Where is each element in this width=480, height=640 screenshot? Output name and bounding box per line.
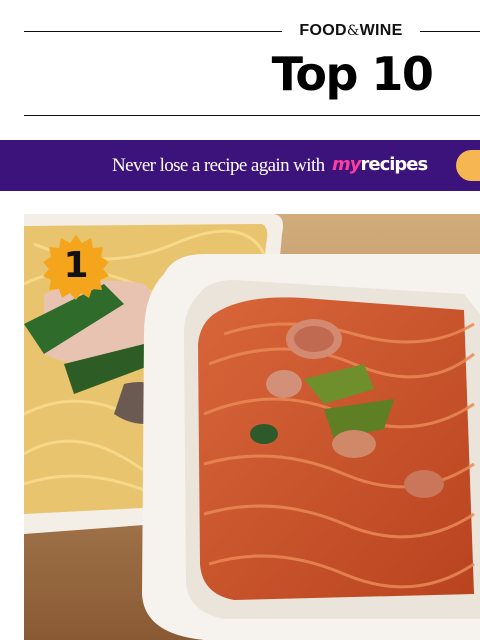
promo-banner[interactable]: Never lose a recipe again with myrecipes [0,140,480,191]
brand-logo[interactable]: FOOD&WINE [288,21,414,41]
promo-text: Never lose a recipe again with [112,155,325,176]
site-header: FOOD&WINE Top 10 [0,0,480,140]
myrecipes-logo: myrecipes [332,154,428,175]
header-divider-right [420,31,480,32]
header-divider-bottom [24,115,480,116]
promo-cta-button[interactable] [456,150,480,181]
page-title: Top 10 [271,47,434,101]
rank-number: 1 [63,245,89,286]
header-divider-left [24,31,282,32]
